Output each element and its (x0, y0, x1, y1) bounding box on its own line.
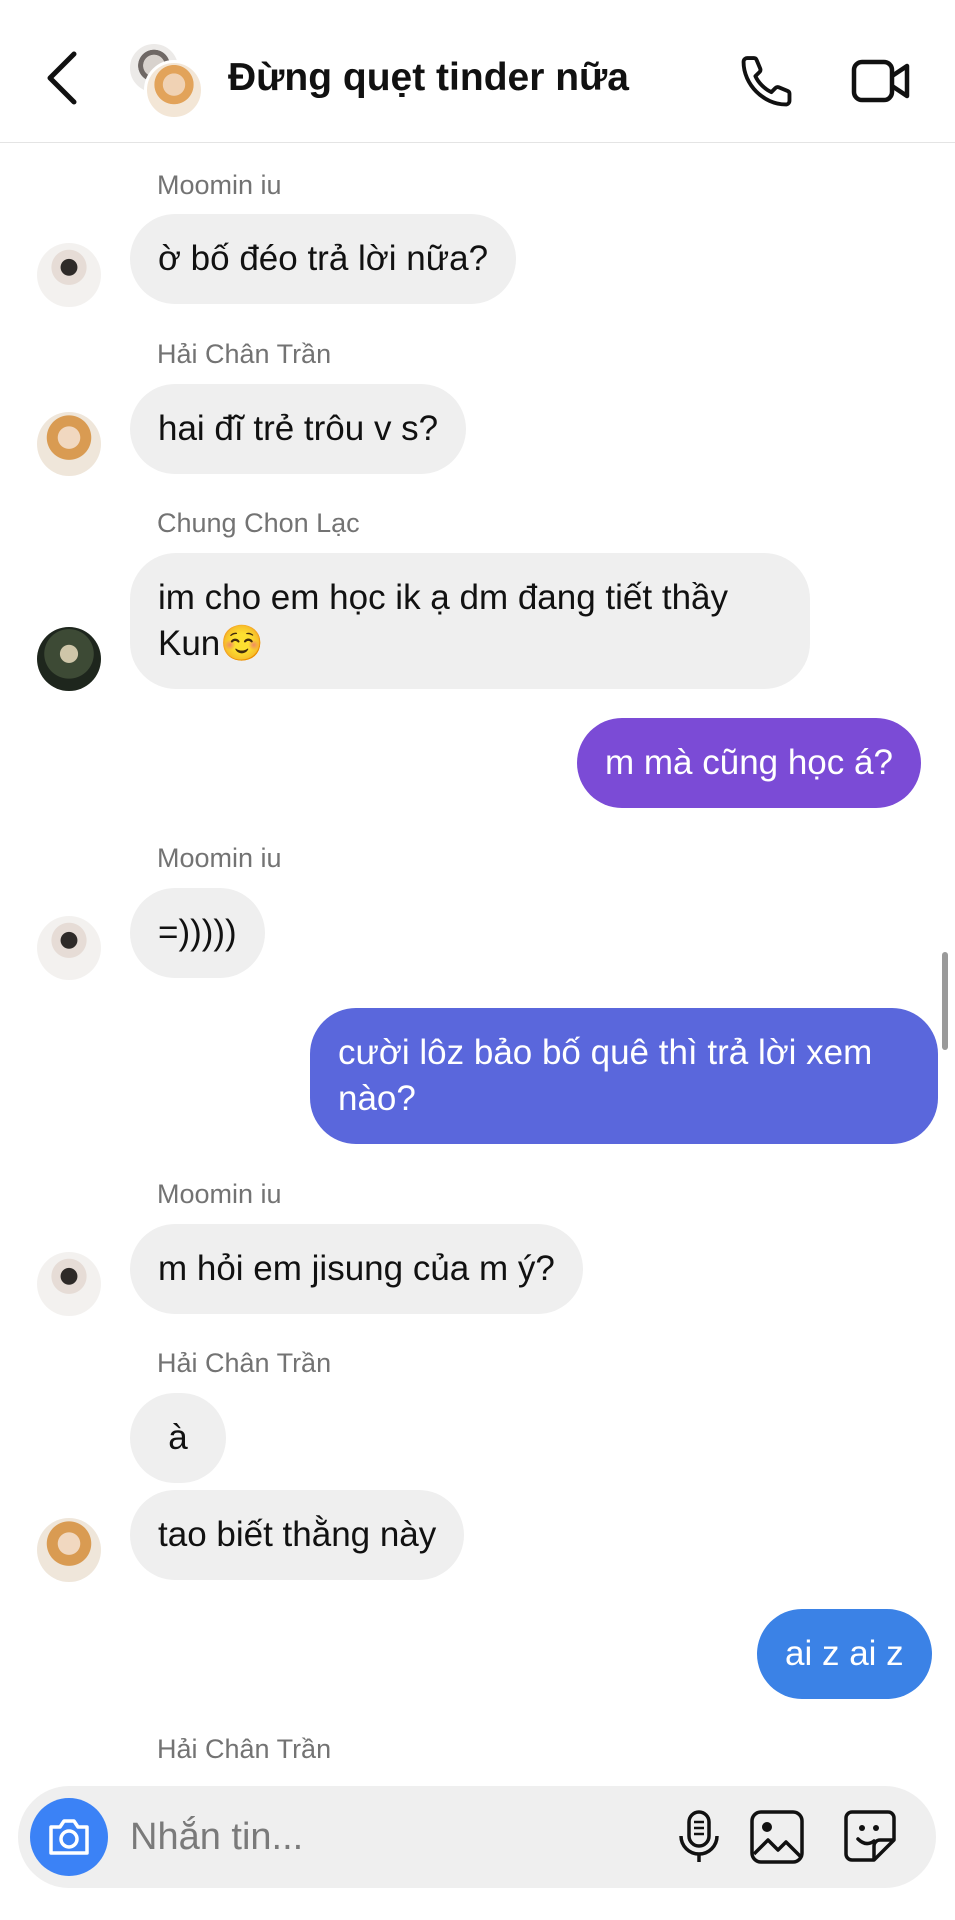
camera-icon (49, 1819, 89, 1855)
message-input[interactable] (130, 1812, 650, 1862)
chat-screen: Đừng quẹt tinder nữa Moomin iu ờ bố đéo … (0, 0, 955, 1920)
message-bubble-incoming[interactable]: ờ bố đéo trả lời nữa? (130, 214, 517, 304)
message-bubble-incoming[interactable]: à (130, 1393, 226, 1483)
phone-call-icon[interactable] (738, 52, 796, 110)
microphone-icon[interactable] (670, 1808, 728, 1866)
avatar[interactable] (37, 243, 101, 307)
sender-name: Chung Chon Lạc (157, 508, 360, 538)
scrollbar[interactable] (942, 952, 948, 1050)
message-bubble-incoming[interactable]: hai đĩ trẻ trôu v s? (130, 384, 467, 474)
message-bubble-outgoing[interactable]: m mà cũng học á? (577, 718, 921, 808)
gallery-icon[interactable] (748, 1808, 806, 1866)
message-composer (18, 1786, 936, 1888)
avatar[interactable] (37, 1252, 101, 1316)
message-bubble-outgoing[interactable]: ai z ai z (757, 1609, 932, 1699)
sender-name: Moomin iu (157, 1179, 282, 1209)
chat-title[interactable]: Đừng quẹt tinder nữa (228, 56, 629, 100)
sender-name: Hải Chân Trần (157, 1734, 332, 1764)
avatar[interactable] (37, 916, 101, 980)
message-bubble-outgoing[interactable]: cười lôz bảo bố quê thì trả lời xem nào? (310, 1008, 938, 1144)
group-avatar[interactable] (128, 42, 208, 120)
avatar[interactable] (37, 627, 101, 691)
member-avatar-2 (144, 60, 204, 120)
video-call-icon[interactable] (850, 56, 912, 106)
camera-button[interactable] (30, 1798, 108, 1876)
message-bubble-incoming[interactable]: im cho em học ik ạ dm đang tiết thầy Kun… (130, 553, 810, 689)
sender-name: Hải Chân Trần (157, 1348, 332, 1378)
message-bubble-incoming[interactable]: tao biết thằng này (130, 1490, 465, 1580)
sender-name: Hải Chân Trần (157, 339, 332, 369)
sender-name: Moomin iu (157, 843, 282, 873)
sender-name: Moomin iu (157, 170, 282, 200)
avatar[interactable] (37, 1518, 101, 1582)
avatar[interactable] (37, 412, 101, 476)
back-chevron-icon[interactable] (40, 48, 88, 108)
message-bubble-incoming[interactable]: m hỏi em jisung của m ý? (130, 1224, 583, 1314)
chat-header: Đừng quẹt tinder nữa (0, 0, 955, 143)
message-bubble-incoming[interactable]: =))))) (130, 888, 265, 978)
sticker-icon[interactable] (840, 1806, 900, 1866)
